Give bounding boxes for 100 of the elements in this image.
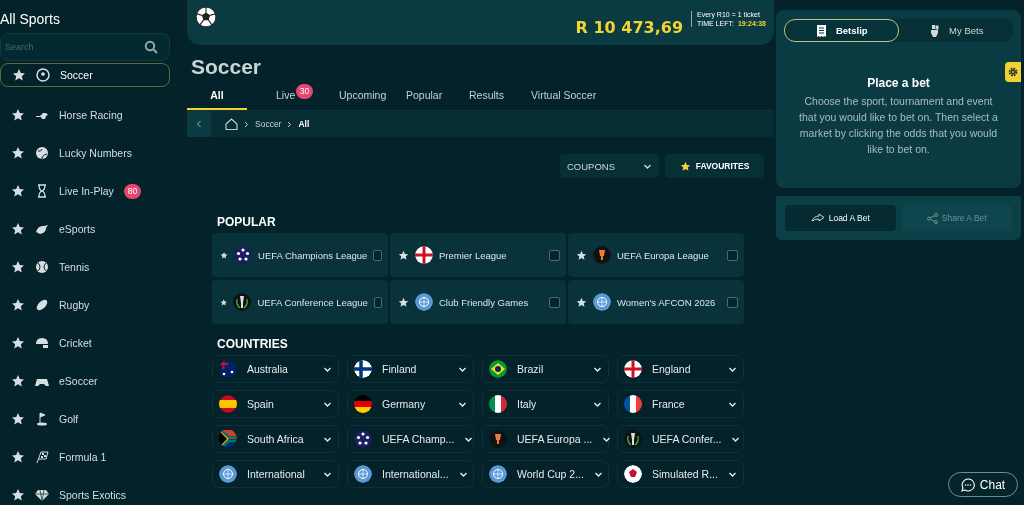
country-dropdown[interactable]: South Africa xyxy=(212,425,339,453)
sport-item[interactable]: Live In-Play 80 xyxy=(0,172,172,210)
cross-flag-icon xyxy=(624,360,642,378)
star-icon xyxy=(576,249,587,261)
star-icon xyxy=(11,260,25,274)
tab[interactable]: Live 30 xyxy=(247,85,324,110)
chevron-left-icon xyxy=(196,120,202,128)
ball-emblem-icon xyxy=(624,465,642,483)
country-dropdown[interactable]: Brazil xyxy=(482,355,609,383)
cup-emblem-icon xyxy=(489,430,507,448)
france-flag-icon xyxy=(624,395,642,413)
chat-button[interactable]: Chat xyxy=(948,472,1018,497)
sport-item[interactable]: Tennis xyxy=(0,248,172,286)
country-dropdown[interactable]: UEFA Confer... xyxy=(617,425,744,453)
coupons-dropdown[interactable]: COUPONS xyxy=(560,154,659,178)
country-dropdown[interactable]: International... xyxy=(347,460,474,488)
sport-item[interactable]: Formula 1 xyxy=(0,438,172,476)
sport-item[interactable]: eSports xyxy=(0,210,172,248)
star-icon xyxy=(11,374,25,388)
tab[interactable]: Virtual Soccer xyxy=(516,85,616,110)
breadcrumb-link[interactable]: Soccer xyxy=(255,119,282,129)
country-dropdown[interactable]: Spain xyxy=(212,390,339,418)
globe-emblem-icon xyxy=(593,293,611,311)
settings-button[interactable] xyxy=(1005,62,1021,82)
betslip-tab[interactable]: Betslip xyxy=(784,19,899,42)
trophy-emblem-icon xyxy=(624,430,642,448)
favourites-button[interactable]: FAVOURITES xyxy=(665,154,764,178)
sport-item[interactable]: Golf xyxy=(0,400,172,438)
country-dropdown[interactable]: Italy xyxy=(482,390,609,418)
country-dropdown[interactable]: England xyxy=(617,355,744,383)
finland-flag-icon xyxy=(354,360,372,378)
checkbox[interactable] xyxy=(549,249,560,261)
count-badge: 80 xyxy=(123,183,142,199)
cup-emblem-icon xyxy=(593,246,611,264)
star-icon xyxy=(398,249,409,261)
globe-emblem-icon xyxy=(219,465,237,483)
league-card[interactable]: Club Friendly Games xyxy=(390,280,566,324)
sport-item[interactable]: Lucky Numbers xyxy=(0,134,172,172)
search-icon xyxy=(144,40,158,54)
checkbox[interactable] xyxy=(727,296,738,308)
share-icon xyxy=(926,212,938,224)
home-icon xyxy=(225,118,238,130)
globe-emblem-icon xyxy=(415,293,433,311)
sport-item[interactable]: Horse Racing xyxy=(0,96,172,134)
brazil-flag-icon xyxy=(489,360,507,378)
checkbox[interactable] xyxy=(727,249,738,261)
hourglass-icon xyxy=(35,184,49,198)
star-icon xyxy=(398,296,409,308)
country-dropdown[interactable]: France xyxy=(617,390,744,418)
jackpot-amount: R 10 473,69 xyxy=(575,18,683,37)
soccer-ball-icon xyxy=(195,6,217,28)
helmet-icon xyxy=(35,336,49,350)
league-card[interactable]: UEFA Champions League xyxy=(212,233,388,277)
page-title: Soccer xyxy=(191,55,263,79)
sport-item[interactable]: Rugby xyxy=(0,286,172,324)
tab[interactable]: Popular xyxy=(391,85,454,110)
country-dropdown[interactable]: UEFA Champ... xyxy=(347,425,474,453)
sport-item[interactable]: Cricket xyxy=(0,324,172,362)
tab[interactable]: Results xyxy=(454,85,516,110)
australia-flag-icon xyxy=(219,360,237,378)
chevron-right-icon xyxy=(244,120,249,128)
breadcrumb-link[interactable]: All xyxy=(298,119,310,129)
stars-emblem-icon xyxy=(234,246,253,264)
cross-flag-icon xyxy=(415,246,433,264)
star-icon xyxy=(679,160,691,172)
country-dropdown[interactable]: Australia xyxy=(212,355,339,383)
country-dropdown[interactable]: World Cup 2... xyxy=(482,460,609,488)
tennis-ball-icon xyxy=(35,260,49,274)
league-card[interactable]: Premier League xyxy=(390,233,566,277)
tab[interactable]: Upcoming xyxy=(324,85,391,110)
rugby-ball-icon xyxy=(35,298,49,312)
sport-item[interactable]: Sports Exotics xyxy=(0,476,172,505)
betslip-message: Choose the sport, tournament and event that you would like to bet on. Then select a market by clicking the odds that you would like to bet on. xyxy=(798,94,999,157)
star-icon xyxy=(11,336,25,350)
league-card[interactable]: Women's AFCON 2026 xyxy=(568,280,744,324)
country-dropdown[interactable]: Germany xyxy=(347,390,474,418)
sidebar-title: All Sports xyxy=(0,11,61,29)
section-heading: POPULAR xyxy=(217,215,277,229)
sport-item[interactable]: Soccer xyxy=(0,63,170,87)
checkbox[interactable] xyxy=(373,249,382,261)
league-card[interactable]: UEFA Europa League xyxy=(568,233,744,277)
star-icon xyxy=(11,184,25,198)
sport-item[interactable]: eSoccer xyxy=(0,362,172,400)
country-dropdown[interactable]: Finland xyxy=(347,355,474,383)
star-icon xyxy=(11,412,25,426)
country-dropdown[interactable]: International xyxy=(212,460,339,488)
checkbox[interactable] xyxy=(549,296,560,308)
betslip-tab[interactable]: My Bets xyxy=(898,19,1013,42)
stars-emblem-icon xyxy=(354,430,372,448)
arrow-icon xyxy=(810,213,825,223)
star-icon xyxy=(11,222,25,236)
country-dropdown[interactable]: Simulated R... xyxy=(617,460,744,488)
settings-icon xyxy=(1008,67,1018,77)
trophy-emblem-icon xyxy=(233,293,252,311)
checkbox[interactable] xyxy=(373,296,382,308)
country-dropdown[interactable]: UEFA Europa ... xyxy=(482,425,609,453)
diamond-icon xyxy=(35,488,49,502)
italy-flag-icon xyxy=(489,395,507,413)
load-bet-button[interactable]: Load A Bet xyxy=(785,205,896,231)
league-card[interactable]: UEFA Conference League xyxy=(212,280,388,324)
